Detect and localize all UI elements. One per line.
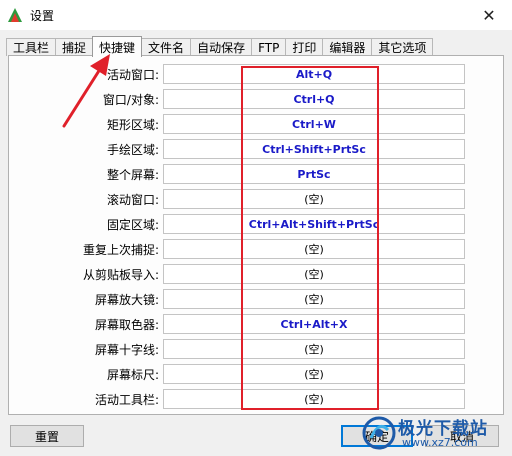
- hotkey-row: 手绘区域: Ctrl+Shift+PrtSc: [9, 139, 505, 159]
- hotkey-label: 固定区域:: [106, 218, 159, 232]
- hotkey-label: 滚动窗口:: [106, 193, 159, 207]
- hotkey-row: 整个屏幕: PrtSc: [9, 164, 505, 184]
- window-title: 设置: [30, 9, 55, 23]
- hotkey-field[interactable]: (空): [163, 189, 465, 209]
- cancel-button[interactable]: 取消: [425, 425, 499, 447]
- hotkey-field[interactable]: (空): [163, 364, 465, 384]
- tab-filename[interactable]: 文件名: [141, 38, 192, 56]
- hotkey-row: 屏幕取色器: Ctrl+Alt+X: [9, 314, 505, 334]
- hotkey-row: 活动工具栏: (空): [9, 389, 505, 409]
- tab-toolbar[interactable]: 工具栏: [6, 38, 57, 56]
- hotkey-label: 屏幕取色器:: [94, 318, 159, 332]
- hotkey-label: 重复上次捕捉:: [82, 243, 159, 257]
- hotkey-field[interactable]: (空): [163, 289, 465, 309]
- hotkey-row: 重复上次捕捉: (空): [9, 239, 505, 259]
- ok-button[interactable]: 确定: [341, 425, 413, 447]
- hotkey-field[interactable]: Ctrl+Alt+Shift+PrtSc: [163, 214, 465, 234]
- hotkey-field[interactable]: Ctrl+W: [163, 114, 465, 134]
- hotkey-label: 手绘区域:: [106, 143, 159, 157]
- hotkey-row: 屏幕十字线: (空): [9, 339, 505, 359]
- hotkey-row: 从剪贴板导入: (空): [9, 264, 505, 284]
- hotkey-label: 屏幕十字线:: [94, 343, 159, 357]
- hotkey-field[interactable]: PrtSc: [163, 164, 465, 184]
- app-icon: [8, 8, 22, 22]
- title-bar: 设置 ✕: [0, 0, 512, 30]
- hotkey-row: 屏幕标尺: (空): [9, 364, 505, 384]
- hotkey-label: 活动工具栏:: [94, 393, 159, 407]
- hotkey-field[interactable]: Ctrl+Q: [163, 89, 465, 109]
- hotkey-label: 从剪贴板导入:: [82, 268, 159, 282]
- hotkey-field[interactable]: Alt+Q: [163, 64, 465, 84]
- hotkey-field[interactable]: (空): [163, 389, 465, 409]
- hotkey-label: 整个屏幕:: [106, 168, 159, 182]
- annotation-arrow-icon: [62, 54, 110, 128]
- tab-autosave[interactable]: 自动保存: [190, 38, 253, 56]
- hotkey-field[interactable]: Ctrl+Alt+X: [163, 314, 465, 334]
- close-button[interactable]: ✕: [466, 0, 512, 30]
- tab-other-options[interactable]: 其它选项: [371, 38, 434, 56]
- hotkey-field[interactable]: (空): [163, 239, 465, 259]
- close-icon: ✕: [482, 5, 496, 25]
- reset-button[interactable]: 重置: [10, 425, 84, 447]
- hotkey-row: 滚动窗口: (空): [9, 189, 505, 209]
- hotkey-row: 固定区域: Ctrl+Alt+Shift+PrtSc: [9, 214, 505, 234]
- tab-print[interactable]: 打印: [285, 38, 324, 56]
- hotkey-label: 屏幕标尺:: [106, 368, 159, 382]
- hotkey-field[interactable]: (空): [163, 264, 465, 284]
- hotkey-label: 屏幕放大镜:: [94, 293, 159, 307]
- hotkey-field[interactable]: Ctrl+Shift+PrtSc: [163, 139, 465, 159]
- hotkey-row: 屏幕放大镜: (空): [9, 289, 505, 309]
- tab-ftp[interactable]: FTP: [251, 38, 287, 56]
- hotkey-field[interactable]: (空): [163, 339, 465, 359]
- tab-editor[interactable]: 编辑器: [322, 38, 373, 56]
